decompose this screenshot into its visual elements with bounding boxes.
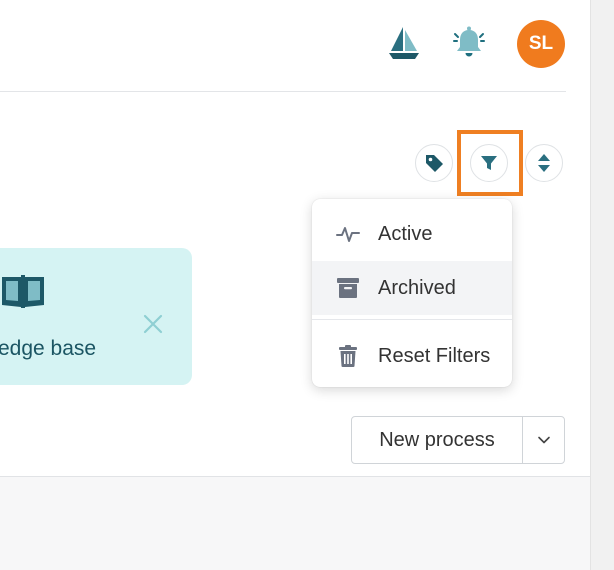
user-avatar[interactable]: SL	[517, 20, 565, 68]
sort-icon	[538, 154, 550, 172]
close-icon[interactable]	[140, 311, 166, 337]
menu-item-label: Active	[378, 222, 433, 245]
filter-button[interactable]	[470, 144, 508, 182]
tag-icon	[426, 155, 443, 172]
new-process-button[interactable]: New process	[352, 417, 523, 463]
knowledge-base-label: edge base	[0, 337, 97, 360]
header-divider	[0, 91, 566, 92]
activity-icon	[336, 222, 360, 246]
tag-button[interactable]	[415, 144, 453, 182]
menu-item-label: Reset Filters	[378, 344, 491, 367]
menu-item-archived[interactable]: Archived	[312, 261, 512, 315]
avatar-initials: SL	[528, 33, 554, 54]
filter-icon	[481, 156, 497, 170]
sailboat-icon[interactable]	[384, 22, 424, 62]
filter-menu: Active Archived Reset Filters	[312, 199, 512, 387]
new-process-dropdown-toggle[interactable]	[523, 417, 564, 463]
bell-icon[interactable]	[449, 22, 489, 62]
menu-item-reset-filters[interactable]: Reset Filters	[312, 329, 512, 383]
vertical-scrollbar[interactable]	[590, 0, 614, 570]
book-icon	[2, 275, 44, 308]
menu-divider	[312, 319, 512, 320]
archive-icon	[336, 276, 360, 300]
new-process-split-button: New process	[351, 416, 565, 464]
sort-button[interactable]	[525, 144, 563, 182]
menu-item-label: Archived	[378, 276, 456, 299]
chevron-down-icon	[537, 436, 550, 444]
content-area	[0, 477, 590, 570]
page: SL edge base Active Archived Reset Filte…	[0, 0, 614, 570]
menu-item-active[interactable]: Active	[312, 207, 512, 261]
trash-icon	[336, 344, 360, 368]
